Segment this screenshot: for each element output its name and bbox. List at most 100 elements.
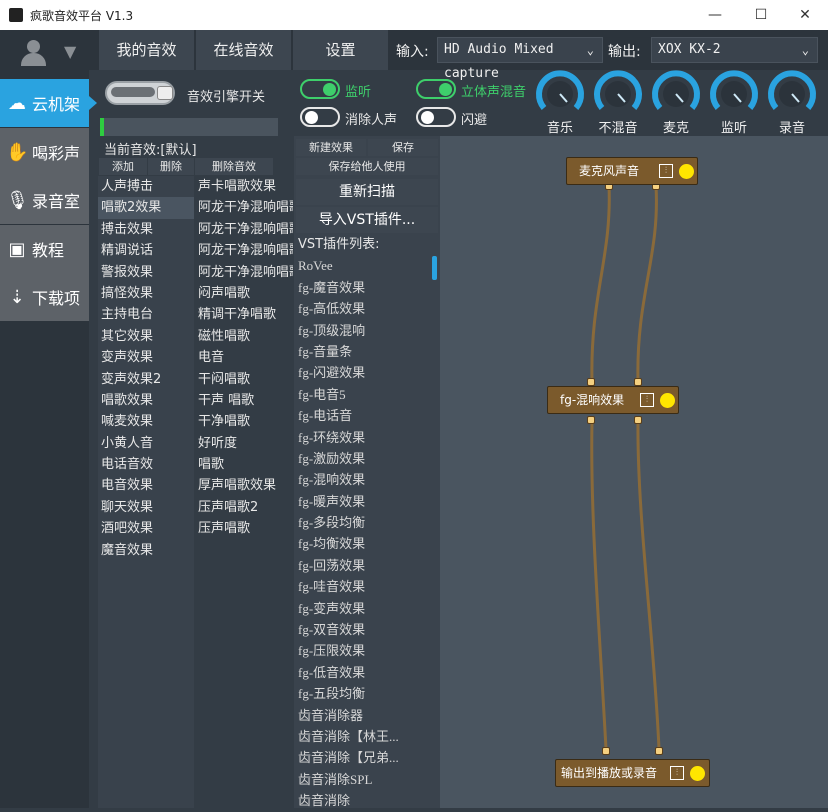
vst-plugin-item[interactable]: fg-音量条 (294, 341, 438, 362)
nav-item-studio[interactable]: 🎙 录音室 (0, 176, 89, 224)
category-list-item[interactable]: 警报效果 (98, 262, 194, 283)
vst-plugin-item[interactable]: fg-激励效果 (294, 448, 438, 469)
category-list-item[interactable]: 搏击效果 (98, 219, 194, 240)
delete-effect-button[interactable]: 删除音效 (195, 158, 273, 175)
input-device-select[interactable]: HD Audio Mixed capture ⌄ (437, 37, 603, 81)
preset-list-item[interactable]: 干净唱歌 (195, 411, 293, 432)
tab-settings[interactable]: 设置 (293, 30, 388, 70)
category-list-item[interactable]: 其它效果 (98, 326, 194, 347)
vst-plugin-item[interactable]: fg-电话音 (294, 405, 438, 426)
vst-plugin-item[interactable]: fg-环绕效果 (294, 427, 438, 448)
node-input-port[interactable] (602, 747, 610, 755)
graph-node-output[interactable]: 输出到播放或录音 ⫶ (555, 759, 710, 787)
category-list-item[interactable]: 变声效果2 (98, 369, 194, 390)
category-list-item[interactable]: 唱歌2效果 (98, 197, 194, 219)
vst-plugin-item[interactable]: 齿音消除器 (294, 705, 438, 726)
volume-knob[interactable] (710, 70, 758, 110)
close-button[interactable]: ✕ (782, 0, 828, 30)
tab-my-effects[interactable]: 我的音效 (99, 30, 194, 70)
delete-button[interactable]: 删除 (148, 158, 194, 175)
avatar[interactable] (18, 38, 50, 68)
settings-icon[interactable]: ⫶ (659, 164, 673, 178)
category-list-item[interactable]: 电话音效 (98, 454, 194, 475)
effect-chain-canvas[interactable]: 麦克风声音 ⫶ fg-混响效果 ⫶ 输出到播放或录音 ⫶ (440, 136, 828, 808)
tab-online-effects[interactable]: 在线音效 (196, 30, 291, 70)
preset-list-item[interactable]: 阿龙干净混响唱歌2 (195, 219, 293, 240)
preset-list-item[interactable]: 干声 唱歌 (195, 390, 293, 411)
node-input-port[interactable] (634, 378, 642, 386)
category-list-item[interactable]: 喊麦效果 (98, 411, 194, 432)
preset-list-item[interactable]: 精调干净唱歌 (195, 304, 293, 325)
vst-plugin-item[interactable]: fg-回荡效果 (294, 555, 438, 576)
nav-item-cloud-rack[interactable]: ☁ 云机架 (0, 79, 89, 127)
vst-plugin-item[interactable]: fg-哇音效果 (294, 576, 438, 597)
volume-knob[interactable] (594, 70, 642, 110)
category-list-item[interactable]: 精调说话 (98, 240, 194, 261)
vst-plugin-item[interactable]: fg-双音效果 (294, 619, 438, 640)
vst-plugin-item[interactable]: fg-压限效果 (294, 640, 438, 661)
vst-plugin-item[interactable]: fg-暖声效果 (294, 491, 438, 512)
minimize-button[interactable]: — (692, 0, 738, 30)
rescan-button[interactable]: 重新扫描 (296, 179, 438, 205)
settings-icon[interactable]: ⫶ (640, 393, 654, 407)
vst-plugin-item[interactable]: fg-高低效果 (294, 298, 438, 319)
preset-list-item[interactable]: 好听度 (195, 433, 293, 454)
graph-node-mic[interactable]: 麦克风声音 ⫶ (566, 157, 698, 185)
output-device-select[interactable]: XOX KX-2 ⌄ (651, 37, 818, 63)
preset-list-item[interactable]: 阿龙干净混响唱歌3 (195, 240, 293, 261)
preset-list-item[interactable]: 阿龙干净混响唱歌1 (195, 262, 293, 283)
volume-knob[interactable] (768, 70, 816, 110)
vst-plugin-item[interactable]: 齿音消除【兄弟... (294, 747, 438, 768)
category-list-item[interactable]: 变声效果 (98, 347, 194, 368)
vst-plugin-item[interactable]: 齿音消除 (294, 790, 438, 811)
stereo-mix-toggle[interactable] (416, 79, 456, 99)
preset-list-item[interactable]: 磁性唱歌 (195, 326, 293, 347)
category-list-item[interactable]: 主持电台 (98, 304, 194, 325)
vst-plugin-item[interactable]: fg-电音5 (294, 384, 438, 405)
vst-plugin-item[interactable]: fg-低音效果 (294, 662, 438, 683)
preset-list-item[interactable]: 压声唱歌2 (195, 497, 293, 518)
category-list-item[interactable]: 唱歌效果 (98, 390, 194, 411)
graph-node-reverb[interactable]: fg-混响效果 ⫶ (547, 386, 679, 414)
category-list-item[interactable]: 电音效果 (98, 475, 194, 496)
nav-item-tutorial[interactable]: ▣ 教程 (0, 225, 89, 273)
vst-plugin-item[interactable]: fg-五段均衡 (294, 683, 438, 704)
maximize-button[interactable]: ☐ (738, 0, 784, 30)
nav-item-downloads[interactable]: ⇣ 下载项 (0, 273, 89, 321)
add-button[interactable]: 添加 (99, 158, 147, 175)
vst-list-scrollbar[interactable] (432, 256, 437, 280)
category-list-item[interactable]: 魔音效果 (98, 540, 194, 561)
vst-plugin-item[interactable]: fg-顶级混响 (294, 320, 438, 341)
vst-plugin-item[interactable]: fg-均衡效果 (294, 533, 438, 554)
new-effect-button[interactable]: 新建效果 (296, 139, 366, 156)
preset-list-item[interactable]: 压声唱歌 (195, 518, 293, 539)
save-button[interactable]: 保存 (368, 139, 438, 156)
vst-plugin-item[interactable]: fg-混响效果 (294, 469, 438, 490)
preset-list-item[interactable]: 闷声唱歌 (195, 283, 293, 304)
category-list-item[interactable]: 酒吧效果 (98, 518, 194, 539)
vst-plugin-item[interactable]: RoVee (294, 255, 438, 276)
import-vst-button[interactable]: 导入VST插件... (296, 207, 438, 233)
vocal-removal-toggle[interactable] (300, 107, 340, 127)
settings-icon[interactable]: ⫶ (670, 766, 684, 780)
node-input-port[interactable] (655, 747, 663, 755)
node-output-port[interactable] (634, 416, 642, 424)
monitor-toggle[interactable] (300, 79, 340, 99)
node-output-port[interactable] (587, 416, 595, 424)
category-list-item[interactable]: 聊天效果 (98, 497, 194, 518)
engine-switch[interactable] (105, 77, 180, 109)
vst-plugin-item[interactable]: 齿音消除SPL (294, 769, 438, 790)
preset-list-item[interactable]: 声卡唱歌效果 (195, 176, 293, 197)
preset-list-item[interactable]: 唱歌 (195, 454, 293, 475)
category-list-item[interactable]: 人声搏击 (98, 176, 194, 197)
node-input-port[interactable] (587, 378, 595, 386)
vst-plugin-item[interactable]: 齿音消除【林王... (294, 726, 438, 747)
preset-list-item[interactable]: 干闷唱歌 (195, 369, 293, 390)
category-list-item[interactable]: 小黄人音 (98, 433, 194, 454)
preset-list-item[interactable]: 阿龙干净混响唱歌4 (195, 197, 293, 218)
category-list-item[interactable]: 搞怪效果 (98, 283, 194, 304)
preset-list-item[interactable]: 电音 (195, 347, 293, 368)
vst-plugin-item[interactable]: fg-变声效果 (294, 598, 438, 619)
vst-plugin-item[interactable]: fg-闪避效果 (294, 362, 438, 383)
chevron-down-icon[interactable]: ▼ (64, 42, 76, 61)
